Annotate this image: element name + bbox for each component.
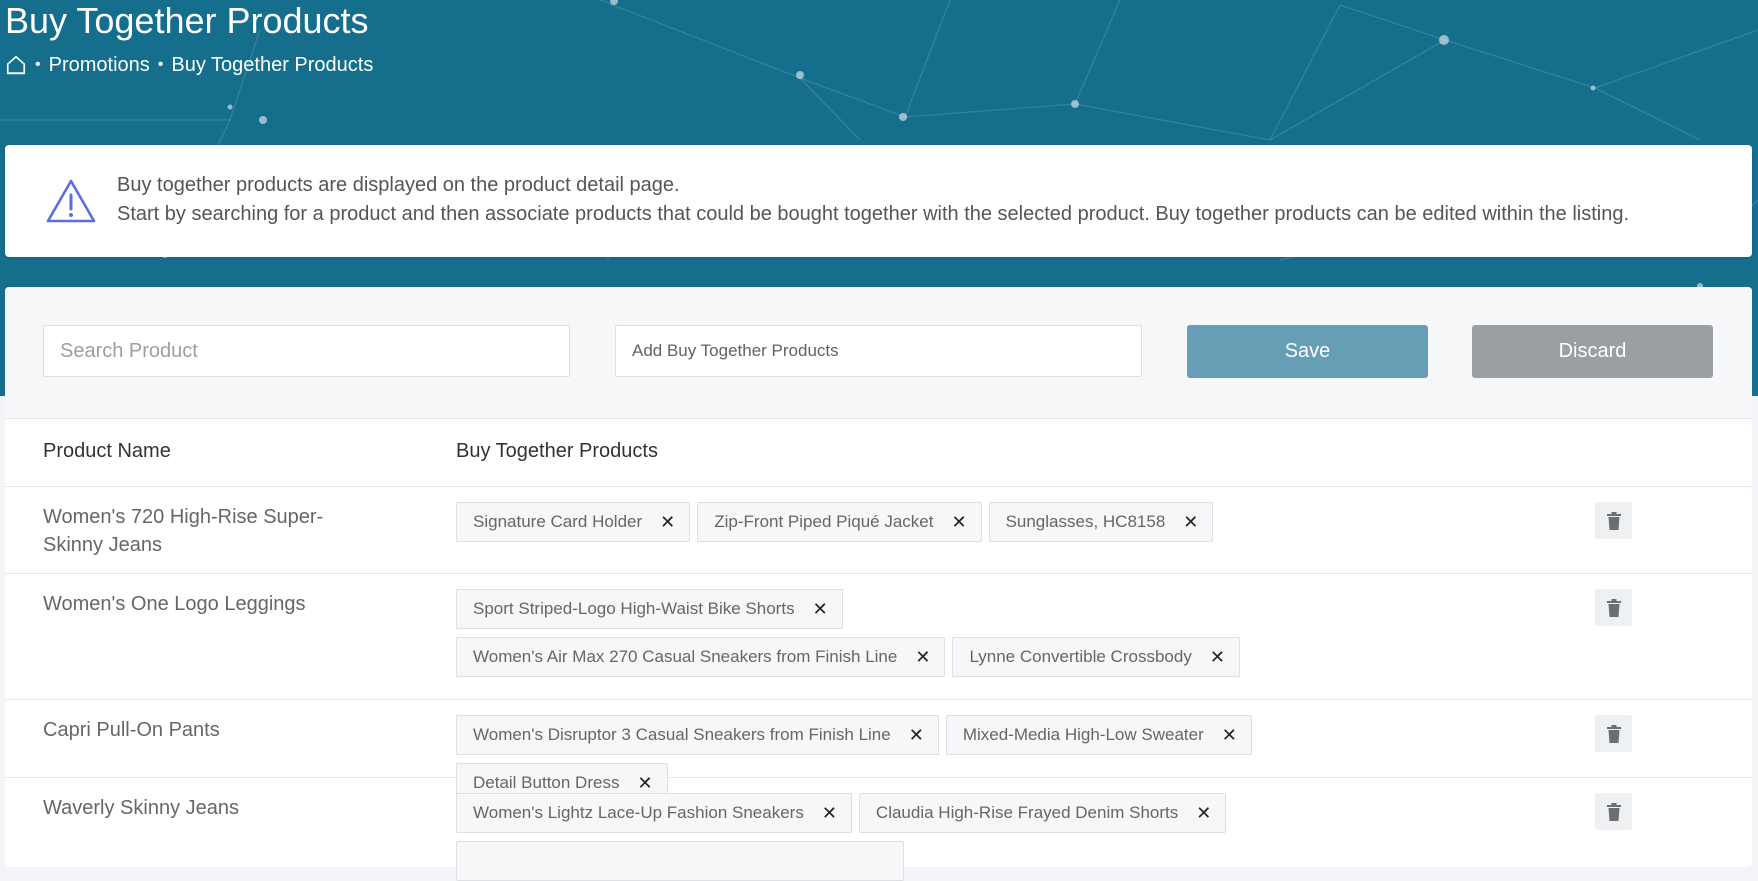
- trash-icon: [1606, 598, 1621, 617]
- trash-icon: [1606, 724, 1621, 743]
- delete-row-button[interactable]: [1595, 793, 1632, 830]
- content-panel: Save Discard Product Name Buy Together P…: [5, 287, 1752, 881]
- close-icon[interactable]: ✕: [1210, 648, 1225, 666]
- breadcrumb-current: Buy Together Products: [171, 53, 374, 76]
- save-button[interactable]: Save: [1187, 325, 1428, 378]
- close-icon[interactable]: ✕: [813, 600, 828, 618]
- close-icon[interactable]: ✕: [951, 513, 966, 531]
- tag-label: Claudia High-Rise Frayed Denim Shorts: [875, 803, 1179, 822]
- delete-row-button[interactable]: [1595, 715, 1632, 752]
- home-icon[interactable]: [5, 54, 27, 76]
- search-product-input[interactable]: [43, 325, 570, 377]
- info-notice: Buy together products are displayed on t…: [5, 145, 1752, 257]
- product-name: Waverly Skinny Jeans: [43, 797, 239, 819]
- delete-row-button[interactable]: [1595, 502, 1632, 539]
- product-tag: Women's Lightz Lace-Up Fashion Sneakers ✕: [456, 793, 852, 833]
- trash-icon: [1606, 511, 1621, 530]
- product-tag: Sport Striped-Logo High-Waist Bike Short…: [456, 589, 843, 629]
- buy-together-tags: Signature Card Holder ✕ Zip-Front Piped P…: [456, 502, 1336, 542]
- product-tag: Lynne Convertible Crossbody ✕: [952, 637, 1240, 677]
- close-icon[interactable]: ✕: [660, 513, 675, 531]
- buy-together-tags: Sport Striped-Logo High-Waist Bike Short…: [456, 589, 1336, 677]
- close-icon[interactable]: ✕: [1183, 513, 1198, 531]
- table-row: Waverly Skinny Jeans Women's Lightz Lace…: [5, 778, 1752, 881]
- product-tag: Sunglasses, HC8158 ✕: [988, 502, 1214, 542]
- tag-label: Mixed-Media High-Low Sweater: [962, 725, 1204, 744]
- tag-label: Sunglasses, HC8158: [1005, 512, 1166, 531]
- product-tag: Mixed-Media High-Low Sweater ✕: [945, 715, 1252, 755]
- info-message: Buy together products are displayed on t…: [117, 171, 1629, 229]
- tag-label: Lynne Convertible Crossbody: [969, 647, 1192, 666]
- close-icon[interactable]: ✕: [822, 804, 837, 822]
- info-line-2: Start by searching for a product and the…: [117, 203, 1630, 225]
- table-row: Women's 720 High-Rise Super-Skinny Jeans…: [5, 487, 1752, 574]
- tag-label: Women's Air Max 270 Casual Sneakers from…: [473, 647, 898, 666]
- delete-row-button[interactable]: [1595, 589, 1632, 626]
- table-row: Capri Pull-On Pants Women's Disruptor 3 …: [5, 700, 1752, 803]
- table-header: Product Name Buy Together Products: [5, 418, 1752, 487]
- buy-together-tags: Women's Lightz Lace-Up Fashion Sneakers ✕…: [456, 793, 1336, 881]
- tag-label: Zip-Front Piped Piqué Jacket: [714, 512, 934, 531]
- warning-triangle-icon: [46, 179, 96, 223]
- product-tag: Claudia High-Rise Frayed Denim Shorts ✕: [858, 793, 1227, 833]
- breadcrumb-separator: •: [35, 56, 41, 73]
- toolbar: Save Discard: [5, 287, 1752, 419]
- close-icon[interactable]: ✕: [915, 648, 930, 666]
- close-icon[interactable]: ✕: [909, 726, 924, 744]
- product-tag: Zip-Front Piped Piqué Jacket ✕: [697, 502, 982, 542]
- product-tag: Signature Card Holder ✕: [456, 502, 691, 542]
- tag-label: Women's Lightz Lace-Up Fashion Sneakers: [473, 803, 804, 822]
- product-tag: Women's Air Max 270 Casual Sneakers from…: [456, 637, 946, 677]
- breadcrumb-promotions[interactable]: Promotions: [49, 54, 150, 77]
- product-name: Women's One Logo Leggings: [43, 593, 306, 615]
- product-tag: Women's Disruptor 3 Casual Sneakers from…: [456, 715, 939, 755]
- tag-label: Women's Disruptor 3 Casual Sneakers from…: [473, 725, 891, 744]
- breadcrumb: • Promotions • Buy Together Products: [5, 52, 373, 78]
- close-icon[interactable]: ✕: [1222, 726, 1237, 744]
- column-header-product-name: Product Name: [43, 440, 171, 462]
- product-tag-partial: [456, 841, 904, 881]
- trash-icon: [1606, 802, 1621, 821]
- product-name: Capri Pull-On Pants: [43, 719, 220, 741]
- info-line-1: Buy together products are displayed on t…: [117, 174, 680, 196]
- discard-button[interactable]: Discard: [1472, 325, 1713, 378]
- product-name: Women's 720 High-Rise Super-Skinny Jeans: [43, 506, 324, 556]
- breadcrumb-separator: •: [157, 56, 164, 73]
- page-title: Buy Together Products: [5, 0, 369, 41]
- table-row: Women's One Logo Leggings Sport Striped-…: [5, 574, 1752, 700]
- column-header-buy-together: Buy Together Products: [456, 440, 658, 462]
- add-buy-together-input[interactable]: [615, 325, 1142, 377]
- tag-label: Signature Card Holder: [473, 512, 643, 531]
- tag-label: Sport Striped-Logo High-Waist Bike Short…: [473, 599, 795, 618]
- close-icon[interactable]: ✕: [1196, 804, 1211, 822]
